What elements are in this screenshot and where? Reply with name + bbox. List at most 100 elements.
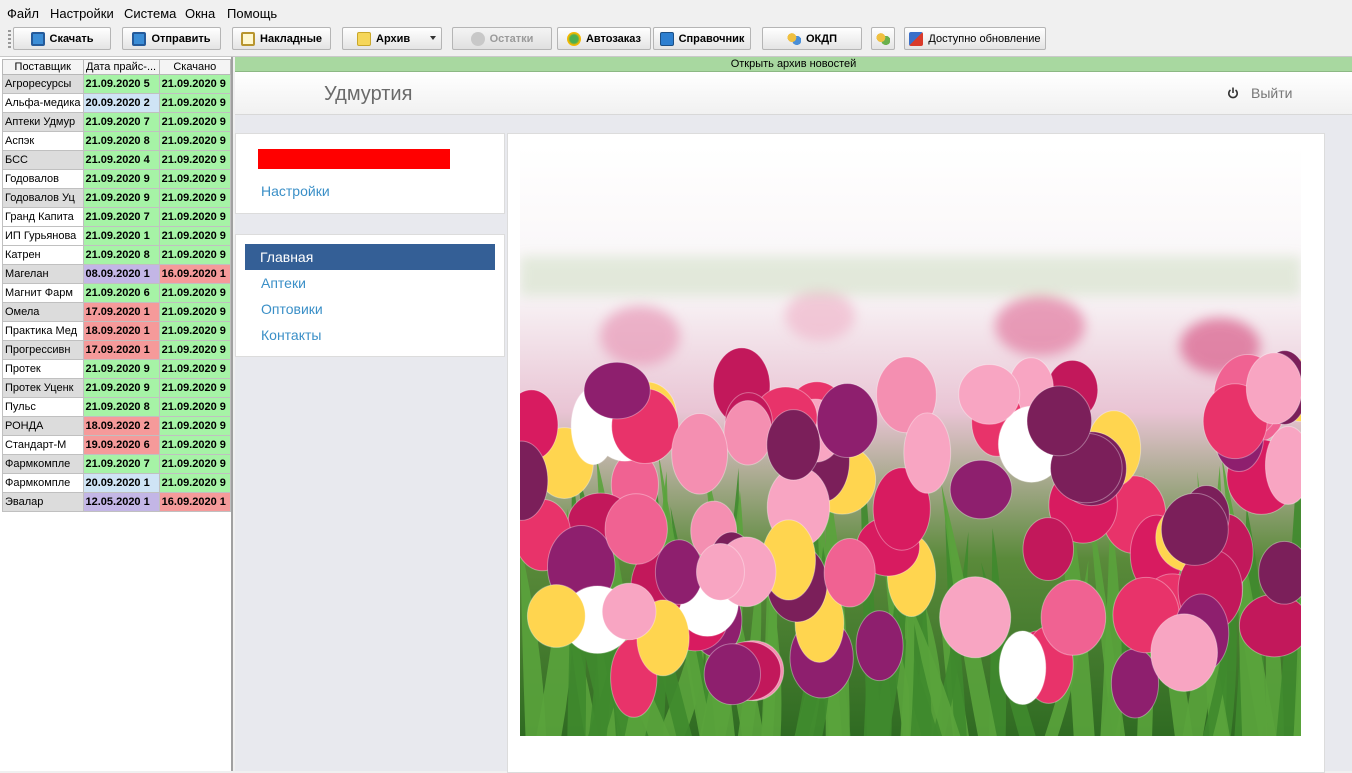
send-button[interactable]: Отправить: [122, 27, 221, 50]
archive-button[interactable]: Архив: [342, 27, 442, 50]
table-row[interactable]: Аспэк 21.09.2020 8 21.09.2020 9: [2, 131, 232, 151]
downloaded-cell[interactable]: 21.09.2020 9: [158, 169, 232, 189]
downloaded-cell[interactable]: 21.09.2020 9: [158, 416, 232, 436]
price-date-cell[interactable]: 21.09.2020 7: [82, 454, 160, 474]
table-row[interactable]: Аптеки Удмур 21.09.2020 7 21.09.2020 9: [2, 112, 232, 132]
contacts-button[interactable]: [871, 27, 895, 50]
downloaded-cell[interactable]: 21.09.2020 9: [158, 321, 232, 341]
price-date-cell[interactable]: 18.09.2020 1: [82, 321, 160, 341]
table-row[interactable]: Практика Мед 18.09.2020 1 21.09.2020 9: [2, 321, 232, 341]
supplier-cell[interactable]: Годовалов Уц: [2, 188, 84, 208]
supplier-cell[interactable]: БСС: [2, 150, 84, 170]
supplier-cell[interactable]: Фармкомпле: [2, 454, 84, 474]
column-header-price-date[interactable]: Дата прайс-...: [82, 59, 160, 75]
downloaded-cell[interactable]: 21.09.2020 9: [158, 340, 232, 360]
table-row[interactable]: Магелан 08.09.2020 1 16.09.2020 1: [2, 264, 232, 284]
table-row[interactable]: Стандарт-М 19.09.2020 6 21.09.2020 9: [2, 435, 232, 455]
supplier-cell[interactable]: Годовалов: [2, 169, 84, 189]
price-date-cell[interactable]: 21.09.2020 9: [82, 169, 160, 189]
nav-item-main[interactable]: Главная: [245, 244, 495, 270]
update-button[interactable]: Доступно обновление: [904, 27, 1046, 50]
price-date-cell[interactable]: 20.09.2020 2: [82, 93, 160, 113]
supplier-cell[interactable]: Пульс: [2, 397, 84, 417]
chevron-down-icon[interactable]: [430, 36, 436, 40]
supplier-cell[interactable]: РОНДА: [2, 416, 84, 436]
supplier-cell[interactable]: Омела: [2, 302, 84, 322]
supplier-cell[interactable]: Фармкомпле: [2, 473, 84, 493]
price-date-cell[interactable]: 21.09.2020 6: [82, 283, 160, 303]
menu-help[interactable]: Помощь: [227, 6, 277, 21]
downloaded-cell[interactable]: 21.09.2020 9: [158, 131, 232, 151]
table-row[interactable]: Протек 21.09.2020 9 21.09.2020 9: [2, 359, 232, 379]
downloaded-cell[interactable]: 21.09.2020 9: [158, 302, 232, 322]
price-date-cell[interactable]: 21.09.2020 9: [82, 188, 160, 208]
table-row[interactable]: РОНДА 18.09.2020 2 21.09.2020 9: [2, 416, 232, 436]
downloaded-cell[interactable]: 21.09.2020 9: [158, 74, 232, 94]
downloaded-cell[interactable]: 21.09.2020 9: [158, 226, 232, 246]
supplier-cell[interactable]: Агроресурсы: [2, 74, 84, 94]
price-date-cell[interactable]: 08.09.2020 1: [82, 264, 160, 284]
table-row[interactable]: Гранд Капита 21.09.2020 7 21.09.2020 9: [2, 207, 232, 227]
supplier-cell[interactable]: Магелан: [2, 264, 84, 284]
downloaded-cell[interactable]: 21.09.2020 9: [158, 378, 232, 398]
table-row[interactable]: Пульс 21.09.2020 8 21.09.2020 9: [2, 397, 232, 417]
price-date-cell[interactable]: 18.09.2020 2: [82, 416, 160, 436]
downloaded-cell[interactable]: 21.09.2020 9: [158, 112, 232, 132]
invoices-button[interactable]: Накладные: [232, 27, 331, 50]
table-row[interactable]: Магнит Фарм 21.09.2020 6 21.09.2020 9: [2, 283, 232, 303]
column-header-downloaded[interactable]: Скачано: [158, 59, 232, 75]
price-date-cell[interactable]: 21.09.2020 7: [82, 112, 160, 132]
downloaded-cell[interactable]: 16.09.2020 1: [158, 264, 232, 284]
price-date-cell[interactable]: 21.09.2020 5: [82, 74, 160, 94]
supplier-cell[interactable]: Протек: [2, 359, 84, 379]
downloaded-cell[interactable]: 21.09.2020 9: [158, 473, 232, 493]
settings-link[interactable]: Настройки: [261, 183, 330, 199]
downloaded-cell[interactable]: 21.09.2020 9: [158, 150, 232, 170]
table-row[interactable]: Катрен 21.09.2020 8 21.09.2020 9: [2, 245, 232, 265]
supplier-cell[interactable]: Альфа-медика: [2, 93, 84, 113]
table-row[interactable]: Фармкомпле 20.09.2020 1 21.09.2020 9: [2, 473, 232, 493]
autoorder-button[interactable]: Автозаказ: [557, 27, 651, 50]
downloaded-cell[interactable]: 21.09.2020 9: [158, 359, 232, 379]
column-header-supplier[interactable]: Поставщик: [2, 59, 84, 75]
price-date-cell[interactable]: 21.09.2020 8: [82, 131, 160, 151]
price-date-cell[interactable]: 20.09.2020 1: [82, 473, 160, 493]
supplier-cell[interactable]: Аптеки Удмур: [2, 112, 84, 132]
table-row[interactable]: Агроресурсы 21.09.2020 5 21.09.2020 9: [2, 74, 232, 94]
price-date-cell[interactable]: 21.09.2020 4: [82, 150, 160, 170]
directory-button[interactable]: Справочник: [653, 27, 751, 50]
supplier-cell[interactable]: Прогрессивн: [2, 340, 84, 360]
supplier-cell[interactable]: Катрен: [2, 245, 84, 265]
price-date-cell[interactable]: 21.09.2020 8: [82, 397, 160, 417]
menu-file[interactable]: Файл: [7, 6, 39, 21]
table-row[interactable]: БСС 21.09.2020 4 21.09.2020 9: [2, 150, 232, 170]
supplier-cell[interactable]: Магнит Фарм: [2, 283, 84, 303]
logout-button[interactable]: Выйти: [1227, 85, 1292, 101]
table-row[interactable]: Эвалар 12.05.2020 1 16.09.2020 1: [2, 492, 232, 512]
nav-item-wholesalers[interactable]: Оптовики: [261, 301, 323, 317]
price-date-cell[interactable]: 19.09.2020 6: [82, 435, 160, 455]
table-row[interactable]: Омела 17.09.2020 1 21.09.2020 9: [2, 302, 232, 322]
menu-settings[interactable]: Настройки: [50, 6, 114, 21]
menu-windows[interactable]: Окна: [185, 6, 215, 21]
price-date-cell[interactable]: 17.09.2020 1: [82, 302, 160, 322]
downloaded-cell[interactable]: 21.09.2020 9: [158, 435, 232, 455]
downloaded-cell[interactable]: 21.09.2020 9: [158, 188, 232, 208]
table-row[interactable]: Альфа-медика 20.09.2020 2 21.09.2020 9: [2, 93, 232, 113]
downloaded-cell[interactable]: 16.09.2020 1: [158, 492, 232, 512]
downloaded-cell[interactable]: 21.09.2020 9: [158, 207, 232, 227]
price-date-cell[interactable]: 21.09.2020 9: [82, 359, 160, 379]
supplier-cell[interactable]: Гранд Капита: [2, 207, 84, 227]
nav-item-contacts[interactable]: Контакты: [261, 327, 321, 343]
stock-button[interactable]: Остатки: [452, 27, 552, 50]
table-row[interactable]: Прогрессивн 17.09.2020 1 21.09.2020 9: [2, 340, 232, 360]
table-row[interactable]: Фармкомпле 21.09.2020 7 21.09.2020 9: [2, 454, 232, 474]
supplier-cell[interactable]: Аспэк: [2, 131, 84, 151]
download-button[interactable]: Скачать: [13, 27, 111, 50]
supplier-cell[interactable]: Стандарт-М: [2, 435, 84, 455]
downloaded-cell[interactable]: 21.09.2020 9: [158, 283, 232, 303]
price-date-cell[interactable]: 21.09.2020 7: [82, 207, 160, 227]
menu-system[interactable]: Система: [124, 6, 176, 21]
supplier-cell[interactable]: Протек Уценк: [2, 378, 84, 398]
supplier-cell[interactable]: ИП Гурьянова: [2, 226, 84, 246]
